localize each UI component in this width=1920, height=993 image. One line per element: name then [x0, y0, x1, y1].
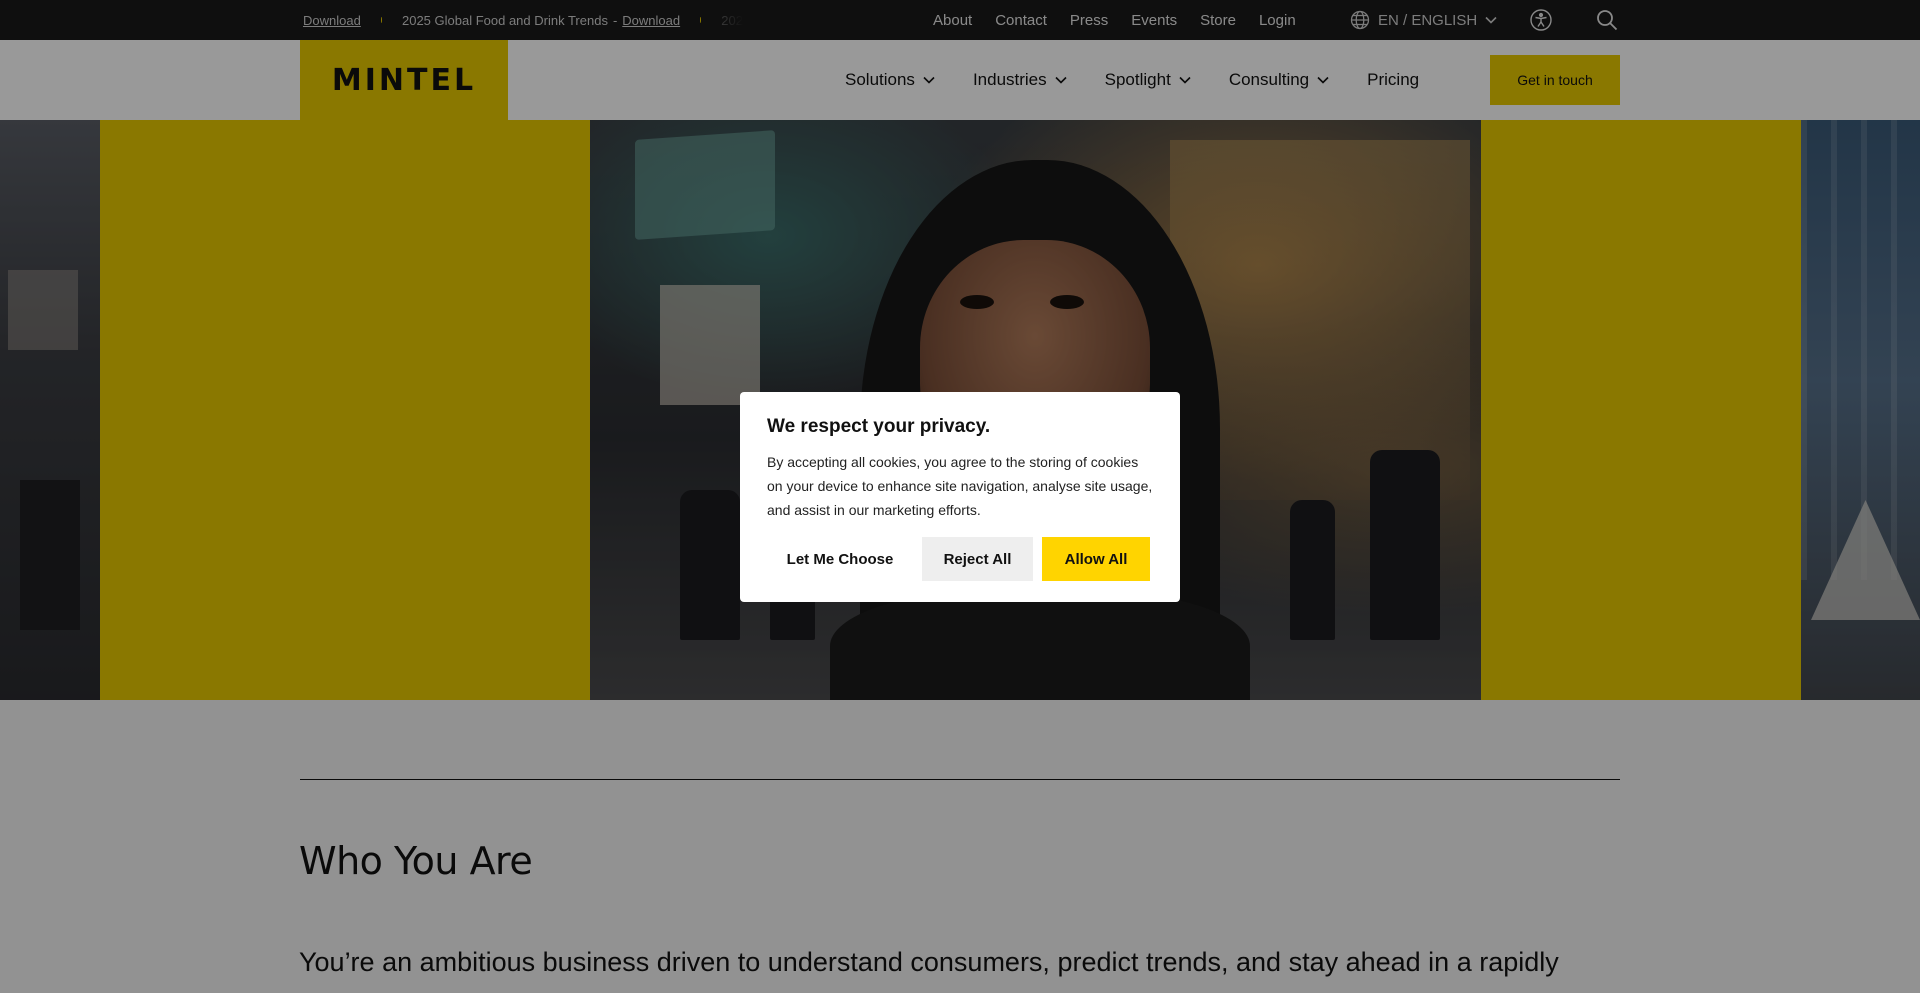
reject-all-button[interactable]: Reject All — [922, 537, 1033, 581]
let-me-choose-button[interactable]: Let Me Choose — [767, 537, 913, 581]
allow-all-button[interactable]: Allow All — [1042, 537, 1150, 581]
modal-actions: Let Me Choose Reject All Allow All — [767, 537, 1150, 581]
modal-title: We respect your privacy. — [767, 416, 991, 437]
modal-text: By accepting all cookies, you agree to t… — [767, 454, 1153, 518]
cookie-consent-modal: We respect your privacy. By accepting al… — [740, 392, 1180, 602]
